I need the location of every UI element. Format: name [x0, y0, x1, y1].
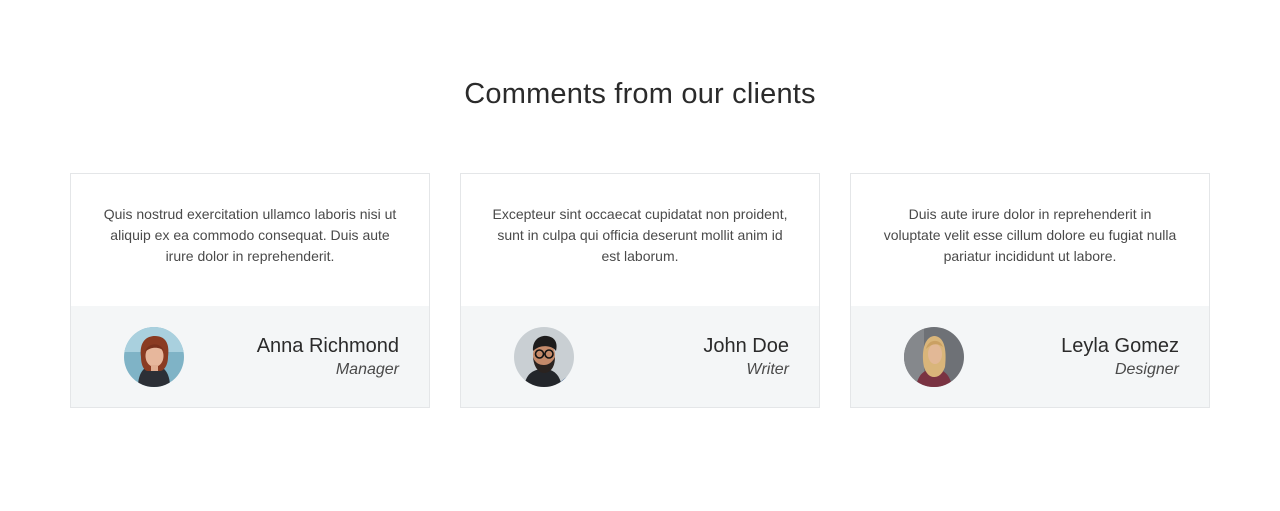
- testimonial-card: Quis nostrud exercitation ullamco labori…: [70, 173, 430, 408]
- testimonial-card: Excepteur sint occaecat cupidatat non pr…: [460, 173, 820, 408]
- person-role: Writer: [746, 360, 789, 378]
- person-role: Manager: [335, 360, 399, 378]
- testimonial-card: Duis aute irure dolor in reprehenderit i…: [850, 173, 1210, 408]
- person-name: John Doe: [703, 334, 789, 357]
- testimonial-footer: John Doe Writer: [461, 306, 819, 407]
- testimonials-section: Comments from our clients Quis nostrud e…: [0, 0, 1280, 511]
- testimonial-cards: Quis nostrud exercitation ullamco labori…: [70, 173, 1210, 408]
- testimonial-quote: Excepteur sint occaecat cupidatat non pr…: [492, 206, 788, 264]
- person-name: Leyla Gomez: [1061, 334, 1179, 357]
- testimonial-quote: Quis nostrud exercitation ullamco labori…: [103, 206, 397, 264]
- testimonial-footer: Leyla Gomez Designer: [851, 306, 1209, 407]
- avatar-photo-icon: [514, 326, 574, 387]
- person-info: Leyla Gomez Designer: [1061, 333, 1179, 381]
- avatar: [904, 326, 964, 387]
- avatar: [514, 326, 574, 387]
- person-info: Anna Richmond Manager: [257, 333, 399, 381]
- person-name: Anna Richmond: [256, 334, 399, 357]
- person-info: John Doe Writer: [703, 333, 789, 381]
- avatar-photo-icon: [904, 326, 964, 387]
- avatar: [124, 326, 184, 387]
- testimonial-quote: Duis aute irure dolor in reprehenderit i…: [883, 206, 1177, 264]
- person-role: Designer: [1114, 360, 1179, 378]
- avatar-photo-icon: [124, 326, 184, 387]
- section-title: Comments from our clients: [464, 78, 816, 110]
- testimonial-footer: Anna Richmond Manager: [71, 306, 429, 407]
